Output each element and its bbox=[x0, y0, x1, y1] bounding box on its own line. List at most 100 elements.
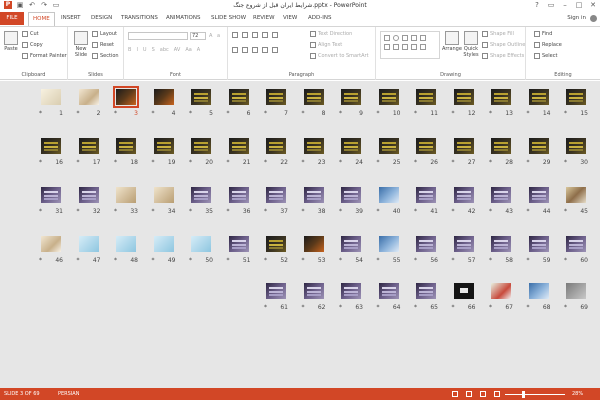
transition-star-icon[interactable]: * bbox=[414, 257, 417, 264]
columns-icon[interactable] bbox=[272, 47, 278, 53]
slide-thumbnail[interactable] bbox=[191, 138, 211, 154]
slide-thumbnail[interactable] bbox=[453, 236, 474, 252]
transition-star-icon[interactable]: * bbox=[227, 159, 230, 166]
decrease-indent-icon[interactable] bbox=[252, 32, 258, 38]
transition-star-icon[interactable]: * bbox=[377, 304, 380, 311]
shape-arrow-icon[interactable] bbox=[411, 35, 417, 41]
transition-star-icon[interactable]: * bbox=[302, 257, 305, 264]
transition-star-icon[interactable]: * bbox=[39, 159, 42, 166]
transition-star-icon[interactable]: * bbox=[564, 208, 567, 215]
slide-thumbnail[interactable] bbox=[341, 89, 361, 105]
char-spacing-icon[interactable]: AV bbox=[174, 47, 181, 53]
transition-star-icon[interactable]: * bbox=[39, 110, 42, 117]
tab-view[interactable]: VIEW bbox=[283, 15, 297, 21]
slide-thumbnail[interactable] bbox=[566, 89, 586, 105]
transition-star-icon[interactable]: * bbox=[339, 208, 342, 215]
slide-thumbnail[interactable] bbox=[228, 187, 249, 203]
shape-line-icon[interactable] bbox=[402, 35, 408, 41]
quick-styles-button[interactable]: Quick Styles bbox=[462, 31, 480, 58]
transition-star-icon[interactable]: * bbox=[414, 159, 417, 166]
tab-review[interactable]: REVIEW bbox=[253, 15, 275, 21]
slide-thumbnail[interactable] bbox=[78, 236, 99, 252]
slide-thumbnail[interactable] bbox=[566, 138, 586, 154]
slide-thumbnail[interactable] bbox=[491, 187, 511, 203]
transition-star-icon[interactable]: * bbox=[77, 159, 80, 166]
transition-star-icon[interactable]: * bbox=[39, 257, 42, 264]
tab-design[interactable]: DESIGN bbox=[91, 15, 112, 21]
slide-thumbnail[interactable] bbox=[491, 138, 511, 154]
help-icon[interactable]: ? bbox=[533, 0, 541, 10]
slide-thumbnail[interactable] bbox=[566, 187, 586, 203]
language-indicator[interactable]: PERSIAN bbox=[58, 391, 79, 397]
transition-star-icon[interactable]: * bbox=[414, 208, 417, 215]
slideshow-view-icon[interactable] bbox=[494, 391, 500, 397]
transition-star-icon[interactable]: * bbox=[564, 257, 567, 264]
section-button[interactable]: Section bbox=[92, 53, 119, 59]
shape-callout-icon[interactable] bbox=[411, 44, 417, 50]
transition-star-icon[interactable]: * bbox=[114, 110, 117, 117]
transition-star-icon[interactable]: * bbox=[489, 159, 492, 166]
transition-star-icon[interactable]: * bbox=[114, 208, 117, 215]
shape-brace-icon[interactable] bbox=[420, 44, 426, 50]
slide-thumbnail[interactable] bbox=[41, 138, 61, 154]
shape-textbox-icon[interactable] bbox=[384, 44, 390, 50]
transition-star-icon[interactable]: * bbox=[114, 257, 117, 264]
slide-thumbnail[interactable] bbox=[303, 283, 324, 299]
slide-thumbnail[interactable] bbox=[266, 138, 286, 154]
slide-thumbnail[interactable] bbox=[303, 89, 324, 105]
zoom-slider-thumb[interactable] bbox=[521, 391, 525, 398]
font-name-input[interactable] bbox=[128, 32, 188, 40]
shape-effects-button[interactable]: Shape Effects bbox=[482, 53, 524, 59]
align-center-icon[interactable] bbox=[242, 47, 248, 53]
slide-thumbnail[interactable] bbox=[453, 187, 474, 203]
transition-star-icon[interactable]: * bbox=[377, 110, 380, 117]
account-icon[interactable] bbox=[590, 15, 597, 22]
slide-thumbnail[interactable] bbox=[491, 236, 511, 252]
align-right-icon[interactable] bbox=[252, 47, 258, 53]
slide-thumbnail[interactable] bbox=[228, 138, 249, 154]
transition-star-icon[interactable]: * bbox=[489, 304, 492, 311]
slide-thumbnail[interactable] bbox=[416, 283, 436, 299]
arrange-button[interactable]: Arrange bbox=[442, 31, 462, 52]
sign-in-link[interactable]: Sign in bbox=[567, 15, 586, 21]
slide-thumbnail[interactable] bbox=[341, 138, 361, 154]
slide-thumbnail[interactable] bbox=[341, 283, 361, 299]
shape-rounded-icon[interactable] bbox=[393, 44, 399, 50]
slide-thumbnail[interactable] bbox=[228, 236, 249, 252]
shape-outline-button[interactable]: Shape Outline bbox=[482, 42, 525, 48]
slide-thumbnail[interactable] bbox=[378, 236, 399, 252]
ribbon-display-icon[interactable]: ▭ bbox=[547, 0, 555, 10]
maximize-icon[interactable]: □ bbox=[575, 0, 583, 10]
strikethrough-icon[interactable]: abc bbox=[160, 47, 169, 53]
tab-slide-show[interactable]: SLIDE SHOW bbox=[211, 15, 246, 21]
transition-star-icon[interactable]: * bbox=[302, 208, 305, 215]
minimize-icon[interactable]: – bbox=[561, 0, 569, 10]
shape-oval-icon[interactable] bbox=[393, 35, 399, 41]
transition-star-icon[interactable]: * bbox=[264, 257, 267, 264]
slide-sorter-view-icon[interactable] bbox=[466, 391, 472, 397]
shrink-font-icon[interactable]: a bbox=[217, 33, 220, 39]
transition-star-icon[interactable]: * bbox=[527, 159, 530, 166]
transition-star-icon[interactable]: * bbox=[564, 159, 567, 166]
slide-thumbnail[interactable] bbox=[191, 236, 211, 252]
slide-thumbnail[interactable] bbox=[528, 138, 549, 154]
cut-button[interactable]: Cut bbox=[22, 31, 39, 37]
slide-thumbnail[interactable] bbox=[378, 89, 399, 105]
transition-star-icon[interactable]: * bbox=[77, 208, 80, 215]
numbering-icon[interactable] bbox=[242, 32, 248, 38]
increase-indent-icon[interactable] bbox=[262, 32, 268, 38]
transition-star-icon[interactable]: * bbox=[452, 159, 455, 166]
transition-star-icon[interactable]: * bbox=[152, 110, 155, 117]
bold-icon[interactable]: B bbox=[128, 47, 131, 53]
align-left-icon[interactable] bbox=[232, 47, 238, 53]
find-button[interactable]: Find bbox=[534, 31, 552, 37]
slide-thumbnail[interactable] bbox=[191, 89, 211, 105]
format-painter-button[interactable]: Format Painter bbox=[22, 53, 67, 59]
tab-home[interactable]: HOME bbox=[28, 12, 55, 26]
replace-button[interactable]: Replace bbox=[534, 42, 562, 48]
text-direction-button[interactable]: Text Direction bbox=[310, 31, 352, 37]
slide-thumbnail[interactable] bbox=[378, 138, 399, 154]
slide-thumbnail[interactable] bbox=[153, 89, 174, 105]
transition-star-icon[interactable]: * bbox=[227, 110, 230, 117]
slide-thumbnail[interactable] bbox=[228, 89, 249, 105]
